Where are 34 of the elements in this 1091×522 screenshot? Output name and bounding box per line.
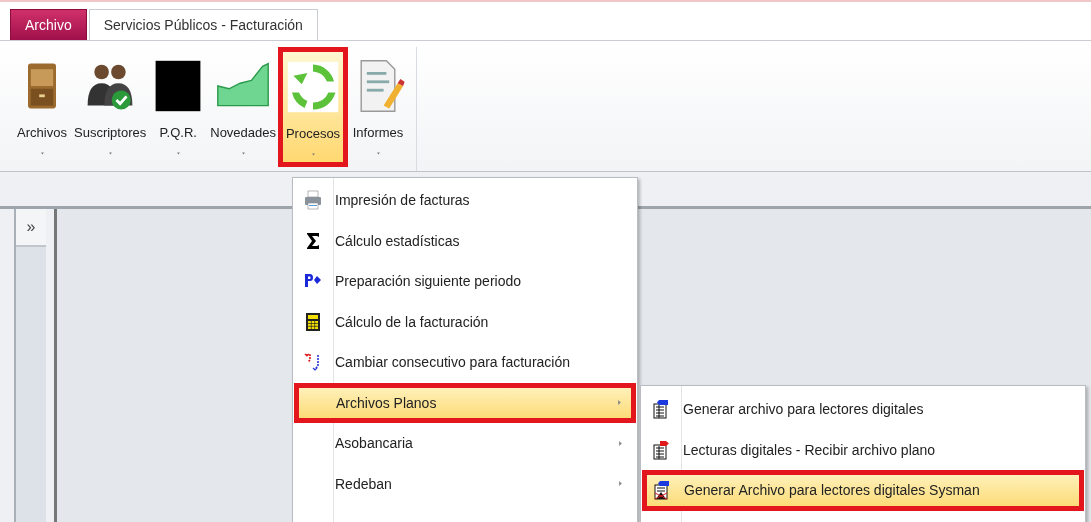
calculator-icon <box>303 311 323 332</box>
printer-icon <box>303 190 323 211</box>
submenu-arrow-icon <box>617 438 624 448</box>
menu-item[interactable]: Generar archivo para lectores digitales <box>642 389 1084 430</box>
caret-icon <box>239 150 247 157</box>
file-tab[interactable]: Archivo <box>10 9 87 40</box>
ribbon-button[interactable]: Informes <box>348 47 409 167</box>
menu-item[interactable]: Archivos Planos <box>294 382 636 423</box>
caret-icon <box>174 150 182 157</box>
ribbon-button[interactable]: Procesos <box>278 47 349 167</box>
list-arrow-icon <box>651 399 671 420</box>
caret-icon <box>374 150 382 157</box>
menu-item[interactable]: Cálculo estadísticas <box>294 220 636 261</box>
menu-item[interactable]: Cambiar consecutivo para facturación <box>294 342 636 383</box>
ribbon-button[interactable]: Novedades <box>208 47 279 167</box>
ribbon-button[interactable]: P.Q.R. <box>148 47 209 167</box>
menu-item[interactable]: Redeban <box>294 463 636 504</box>
caret-icon <box>106 150 114 157</box>
menu-item[interactable]: Generar Archivo para lectores digitales Sysman <box>642 470 1084 511</box>
submenu-arrow-icon <box>616 398 623 408</box>
menu-item[interactable]: Asobancaria <box>294 423 636 464</box>
expand-button[interactable]: » <box>16 209 46 247</box>
menu-item[interactable]: Cálculo de la facturación <box>294 301 636 342</box>
list-arrow-icon <box>651 439 671 460</box>
caret-icon <box>309 151 317 158</box>
submenu-arrow-icon <box>617 479 624 489</box>
caret-icon <box>38 150 46 157</box>
ribbon-button[interactable]: Archivos <box>12 47 72 167</box>
ribbon-button[interactable]: Suscriptores <box>72 47 149 167</box>
menu-item[interactable]: Preparación siguiente periodo <box>294 261 636 302</box>
menu-item[interactable]: Lecturas digitales - Recibir archivo plano <box>642 429 1084 470</box>
menu-item[interactable]: Impresión de facturas <box>294 180 636 221</box>
ribbon-tab[interactable]: Servicios Públicos - Facturación <box>88 9 318 40</box>
list-arrow-icon <box>652 480 672 501</box>
